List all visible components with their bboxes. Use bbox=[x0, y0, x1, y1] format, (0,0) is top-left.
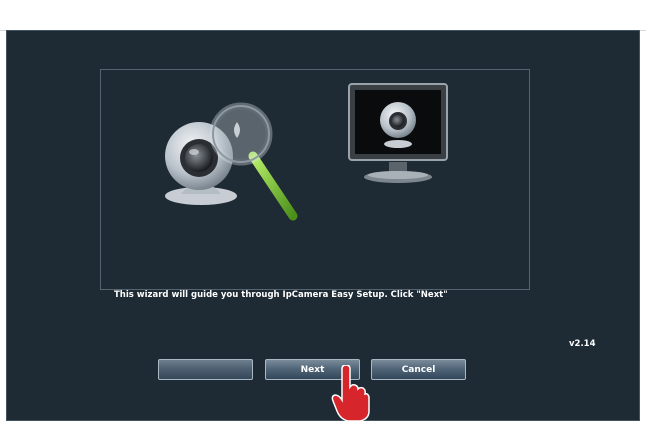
monitor-camera-icon bbox=[348, 83, 448, 183]
back-button[interactable] bbox=[158, 359, 253, 380]
hand-pointer-icon bbox=[331, 365, 370, 421]
version-label: v2.14 bbox=[569, 339, 596, 349]
cancel-button[interactable]: Cancel bbox=[371, 359, 466, 380]
wizard-message: This wizard will guide you through IpCam… bbox=[114, 290, 448, 300]
top-bar bbox=[0, 0, 646, 31]
camera-magnifier-icon bbox=[165, 102, 298, 221]
